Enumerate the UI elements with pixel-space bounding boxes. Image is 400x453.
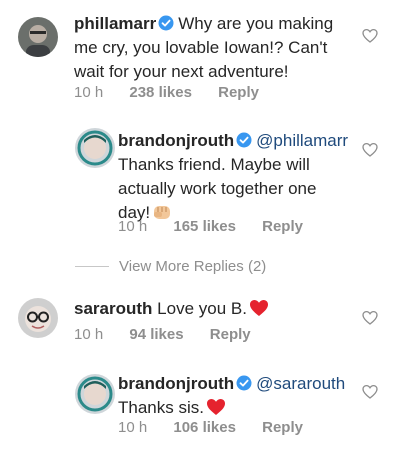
comment-text: wait for your next adventure! [74,62,289,81]
like-heart-icon[interactable] [362,142,378,158]
reply-button[interactable]: Reply [262,218,303,235]
divider-line [75,265,109,267]
comment-time: 10 h [118,218,148,235]
comment-brandonjrouth-reply-1: brandonjrouth @phillamarr Thanks friend. … [0,110,400,250]
comment-text: Thanks friend. Maybe will [118,155,310,174]
likes-count[interactable]: 94 likes [129,326,183,343]
avatar-sararouth[interactable] [18,298,58,338]
reply-button[interactable]: Reply [218,84,259,101]
comment-text: Thanks sis. [118,398,204,417]
comment-text: actually work together one [118,179,317,198]
avatar-brandonjrouth[interactable] [75,374,115,414]
red-heart-emoji-icon [206,399,225,415]
mention-link[interactable]: @sararouth [256,374,345,393]
comment-time: 10 h [74,84,104,101]
comment-username[interactable]: brandonjrouth [118,374,234,393]
verified-badge-icon [236,375,252,391]
reply-button[interactable]: Reply [262,419,303,436]
comment-time: 10 h [118,419,148,436]
comment-username[interactable]: phillamarr [74,14,156,33]
like-heart-icon[interactable] [362,28,378,44]
comment-text: Love you B. [157,299,247,318]
view-more-label: View More Replies (2) [119,257,267,275]
avatar-phillamarr[interactable] [18,17,58,57]
like-heart-icon[interactable] [362,384,378,400]
likes-count[interactable]: 106 likes [173,419,236,436]
avatar-brandonjrouth[interactable] [75,128,115,168]
mention-link[interactable]: @phillamarr [256,131,348,150]
comment-text: me cry, you lovable Iowan!? Can't [74,38,328,57]
comment-phillamarr: phillamarr Why are you making me cry, you… [0,0,400,110]
red-heart-emoji-icon [249,300,268,316]
comment-username[interactable]: brandonjrouth [118,131,234,150]
likes-count[interactable]: 165 likes [173,218,236,235]
reply-button[interactable]: Reply [210,326,251,343]
view-more-replies-button[interactable]: View More Replies (2) [75,255,266,277]
verified-badge-icon [158,15,174,31]
comment-text: Why are you making [178,14,334,33]
comment-username[interactable]: sararouth [74,299,152,318]
comment-time: 10 h [74,326,104,343]
comment-brandonjrouth-reply-2: brandonjrouth @sararouth Thanks sis. 10 h… [0,360,400,453]
like-heart-icon[interactable] [362,310,378,326]
likes-count[interactable]: 238 likes [129,84,192,101]
verified-badge-icon [236,132,252,148]
comment-sararouth: sararouth Love you B. 10 h 94 likes Repl… [0,290,400,360]
